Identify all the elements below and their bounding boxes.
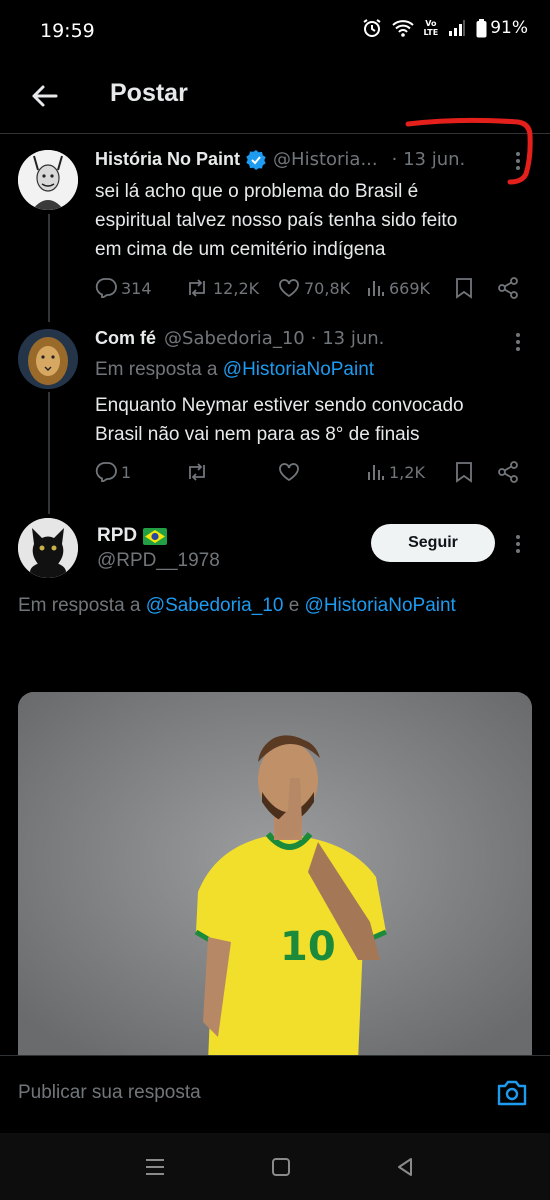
back-arrow-icon <box>32 85 58 107</box>
status-time: 19:59 <box>40 20 95 42</box>
share-icon <box>498 277 518 299</box>
more-icon[interactable] <box>508 330 528 354</box>
system-nav-bar <box>0 1133 550 1200</box>
retweet-icon <box>189 279 205 297</box>
mention-link[interactable]: @Sabedoria_10 <box>146 595 284 616</box>
jersey-number: 10 <box>280 924 336 970</box>
share-button[interactable] <box>497 461 519 483</box>
retweet-button[interactable] <box>185 462 213 482</box>
views-button[interactable]: 669K <box>367 279 430 298</box>
status-icons: Vo LTE 91% <box>362 18 528 38</box>
tweet-2-header: Com fé @Sabedoria_10 · 13 jun. <box>95 328 515 349</box>
share-button[interactable] <box>497 277 519 299</box>
author-handle[interactable]: @Historia... <box>273 149 378 170</box>
thread-line <box>48 392 50 514</box>
camera-button[interactable] <box>496 1078 528 1112</box>
reply-icon <box>95 462 117 482</box>
like-icon <box>279 463 299 482</box>
reply-context: Em resposta a @HistoriaNoPaint <box>95 359 375 380</box>
tweet-actions: 1 1,2K <box>95 457 535 487</box>
camera-icon <box>497 1080 527 1106</box>
menu-icon[interactable] <box>144 1157 166 1181</box>
reply-button[interactable]: 314 <box>95 278 152 298</box>
back-icon[interactable] <box>395 1157 415 1181</box>
wifi-icon <box>391 19 414 37</box>
bookmark-button[interactable] <box>455 277 473 299</box>
author-name[interactable]: RPD <box>97 525 137 547</box>
views-icon <box>368 281 384 296</box>
retweet-button[interactable]: 12,2K <box>185 278 259 298</box>
post-image[interactable]: 10 <box>18 692 532 1062</box>
like-icon <box>279 279 299 298</box>
avatar[interactable] <box>18 329 78 389</box>
share-icon <box>498 461 518 483</box>
author-name[interactable]: História No Paint <box>95 149 240 170</box>
status-bar: 19:59 Vo LTE 91% <box>0 0 550 62</box>
reply-input[interactable]: Publicar sua resposta <box>18 1082 201 1104</box>
reply-icon <box>95 278 117 298</box>
tweet-date[interactable]: · 13 jun. <box>311 328 385 349</box>
avatar[interactable] <box>18 150 78 210</box>
tweet-text: sei lá acho que o problema do Brasil é e… <box>95 181 458 260</box>
tweet-text: Enquanto Neymar estiver sendo convocado … <box>95 395 464 445</box>
views-button[interactable]: 1,2K <box>367 463 425 482</box>
author-handle[interactable]: @RPD__1978 <box>97 550 220 572</box>
volte-indicator: Vo LTE <box>423 19 439 37</box>
author-handle[interactable]: @Sabedoria_10 <box>164 328 305 349</box>
bookmark-icon <box>456 462 472 483</box>
tweet-actions: 314 12,2K 70,8K 669K <box>95 273 535 303</box>
author-name[interactable]: Com fé <box>95 328 156 349</box>
post-author-row: RPD <box>97 525 168 547</box>
annotation-mark <box>405 117 533 185</box>
avatar[interactable] <box>18 518 78 578</box>
battery-level: 91% <box>490 18 528 38</box>
thread-line <box>48 214 50 322</box>
reply-composer: Publicar sua resposta <box>0 1055 550 1133</box>
brazil-flag-icon <box>143 527 168 545</box>
alarm-icon <box>362 18 382 38</box>
page-title: Postar <box>110 79 188 107</box>
home-icon[interactable] <box>271 1157 291 1181</box>
mention-link[interactable]: @HistoriaNoPaint <box>305 595 456 616</box>
signal-icon <box>448 19 466 37</box>
retweet-icon <box>189 463 205 481</box>
like-button[interactable]: 70,8K <box>278 278 350 298</box>
verified-icon <box>246 149 266 170</box>
reply-context: Em resposta a @Sabedoria_10 e @HistoriaN… <box>18 595 456 616</box>
bookmark-icon <box>456 278 472 299</box>
reply-button[interactable]: 1 <box>95 462 131 482</box>
views-icon <box>368 465 384 480</box>
follow-button[interactable]: Seguir <box>371 524 495 562</box>
bookmark-button[interactable] <box>455 461 473 483</box>
battery-icon <box>476 18 487 38</box>
like-button[interactable] <box>278 462 304 482</box>
back-button[interactable] <box>24 76 64 116</box>
mention-link[interactable]: @HistoriaNoPaint <box>223 359 374 380</box>
more-icon[interactable] <box>508 532 528 556</box>
